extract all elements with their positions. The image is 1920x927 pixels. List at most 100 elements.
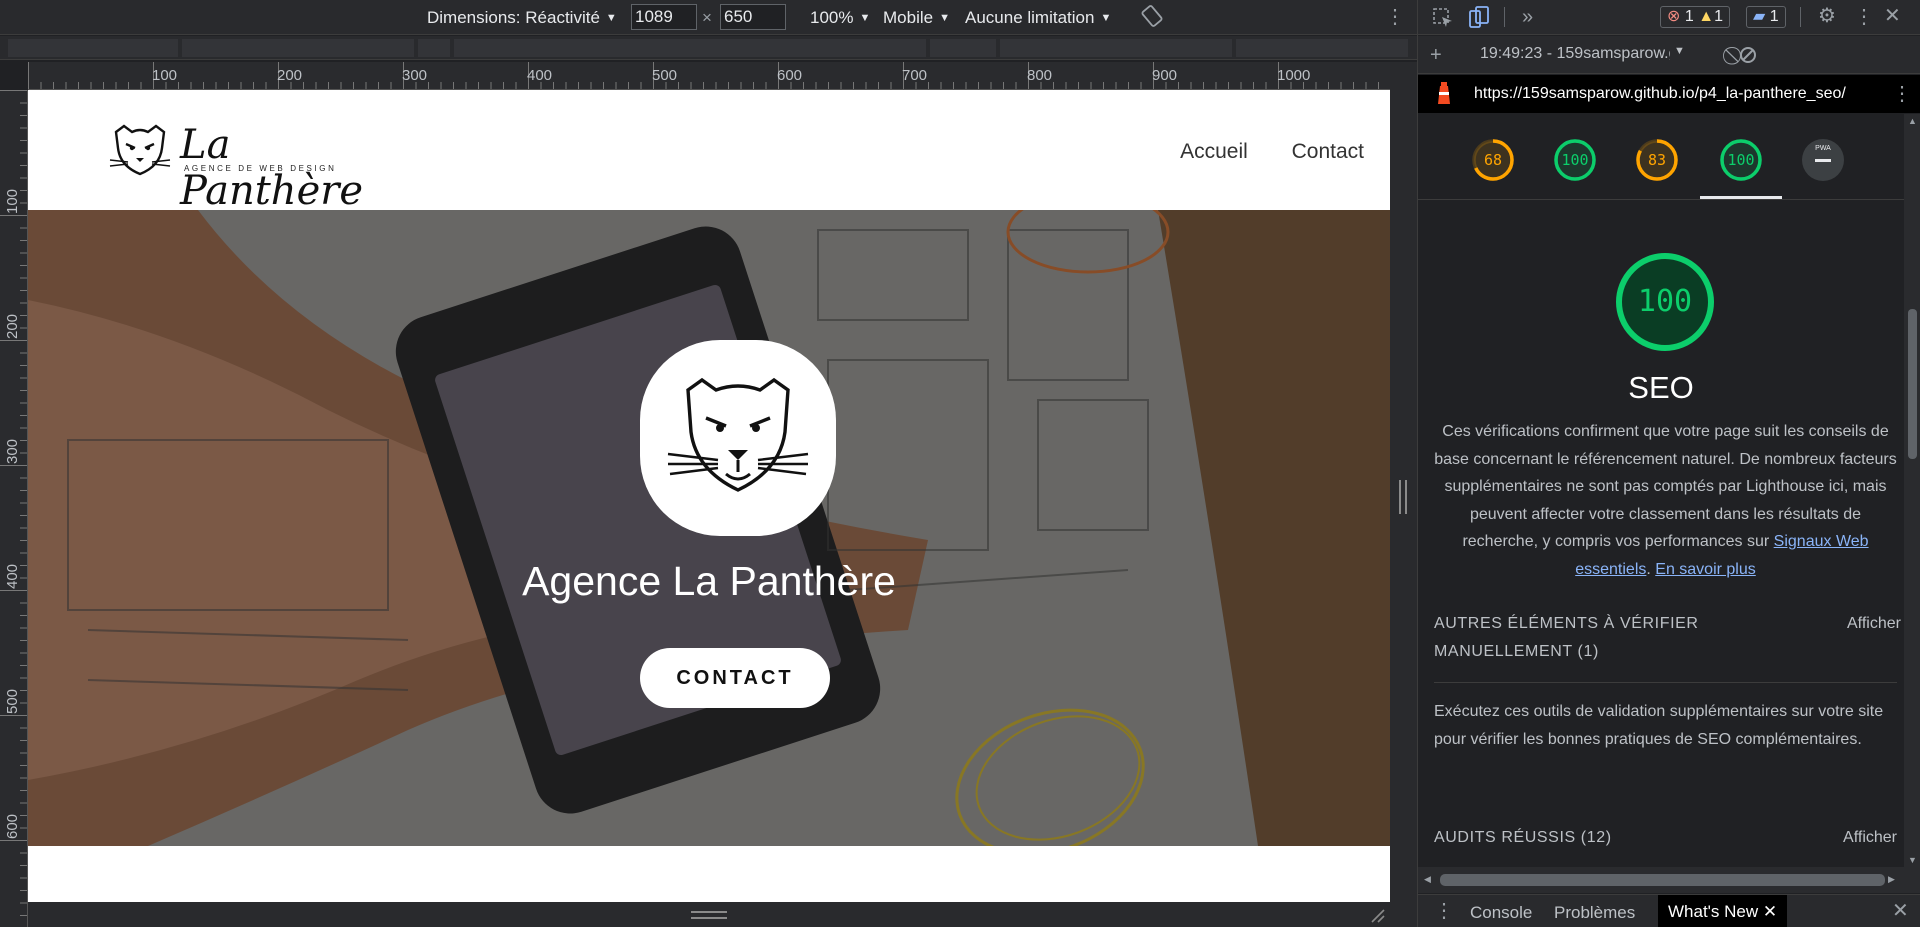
media-query-segment[interactable] xyxy=(1236,39,1408,57)
more-options-icon[interactable]: ⋮ xyxy=(1385,6,1405,28)
ruler-label: 400 xyxy=(4,563,21,589)
show-passed-button[interactable]: Afficher xyxy=(1843,824,1897,852)
ruler-label: 100 xyxy=(4,188,21,214)
media-query-bar xyxy=(0,36,1417,60)
score-gauge[interactable]: 100 xyxy=(1553,138,1597,182)
ruler-top: 100 200 300 400 500 600 700 800 900 1000 xyxy=(28,62,1390,90)
resize-corner-icon[interactable] xyxy=(1370,908,1386,924)
dimensions-dropdown[interactable]: Dimensions: Réactivité ▼ xyxy=(427,7,617,29)
passed-audits-heading: AUDITS RÉUSSIS (12) xyxy=(1434,829,1612,846)
pwa-label: PWA xyxy=(1815,145,1831,152)
ruler-label: 400 xyxy=(527,67,553,84)
media-query-segment[interactable] xyxy=(8,39,178,57)
contact-button[interactable]: CONTACT xyxy=(640,648,830,708)
ruler-label: 100 xyxy=(152,67,178,84)
hero-logo xyxy=(640,340,836,536)
ruler-label: 600 xyxy=(777,67,803,84)
seo-report: 100 SEO Ces vérifications confirment que… xyxy=(1418,202,1904,867)
block-icon[interactable] xyxy=(1738,45,1758,65)
message-count: 1 xyxy=(1769,8,1779,25)
chevron-down-icon: ▼ xyxy=(939,12,950,24)
score-gauge[interactable]: 100 xyxy=(1719,138,1763,182)
rotate-icon[interactable] xyxy=(1141,5,1163,27)
passed-audits-header[interactable]: AUDITS RÉUSSIS (12) Afficher xyxy=(1434,824,1897,852)
close-icon[interactable]: ✕ xyxy=(1884,5,1901,27)
message-badge[interactable]: ▰ 1 xyxy=(1746,6,1786,28)
chevron-down-icon: ▼ xyxy=(859,12,871,24)
width-input[interactable] xyxy=(631,4,697,30)
throttling-dropdown[interactable]: Aucune limitation ▼ xyxy=(965,7,1111,29)
toolbar-divider xyxy=(1504,7,1505,27)
main-nav: Accueil Contact xyxy=(1142,140,1364,164)
score-gauge[interactable]: 83 xyxy=(1635,138,1679,182)
media-query-segment[interactable] xyxy=(418,39,450,57)
category-description: Ces vérifications confirment que votre p… xyxy=(1434,418,1897,583)
vertical-scrollbar[interactable]: ▲ ▼ xyxy=(1904,114,1920,867)
site-header: La Panthère AGENCE DE WEB DESIGN Accueil… xyxy=(28,90,1390,214)
throttling-label: Aucune limitation xyxy=(965,8,1095,27)
separator: . xyxy=(1646,560,1656,578)
resize-handle-bottom[interactable] xyxy=(28,902,1390,927)
inspect-element-icon[interactable] xyxy=(1432,7,1454,29)
error-icon: ⊗ xyxy=(1667,8,1681,25)
more-options-icon[interactable]: ⋮ xyxy=(1892,83,1912,105)
media-query-segment[interactable] xyxy=(182,39,414,57)
height-input[interactable] xyxy=(720,4,786,30)
report-selector[interactable]: 19:49:23 - 159samsparow.githu xyxy=(1480,45,1670,63)
show-manual-button[interactable]: Afficher xyxy=(1847,610,1901,638)
zoom-label: 100% xyxy=(810,8,854,27)
scrollbar-thumb[interactable] xyxy=(1440,874,1885,886)
page-viewport: La Panthère AGENCE DE WEB DESIGN Accueil… xyxy=(28,90,1390,902)
manual-checks-header[interactable]: AUTRES ÉLÉMENTS À VÉRIFIER MANUELLEMENT … xyxy=(1434,610,1901,666)
media-query-segment[interactable] xyxy=(930,39,996,57)
ruler-label: 200 xyxy=(4,313,21,339)
gear-icon[interactable]: ⚙ xyxy=(1818,5,1836,27)
ruler-label: 500 xyxy=(4,688,21,714)
device-mode-dropdown[interactable]: Mobile ▼ xyxy=(883,7,950,29)
error-count: 1 xyxy=(1684,8,1694,25)
pwa-gauge[interactable]: PWA xyxy=(1801,138,1845,182)
active-gauge-indicator xyxy=(1700,196,1782,199)
drawer-menu-icon[interactable]: ⋮ xyxy=(1434,900,1454,922)
add-report-icon[interactable]: + xyxy=(1430,44,1442,66)
horizontal-scrollbar[interactable]: ◀ ▶ xyxy=(1418,867,1920,893)
learn-more-link[interactable]: En savoir plus xyxy=(1655,561,1756,578)
hero-title: Agence La Panthère xyxy=(522,558,896,604)
category-gauge: 100 xyxy=(1615,252,1715,352)
score-gauge[interactable]: 68 xyxy=(1471,138,1515,182)
media-query-segment[interactable] xyxy=(1000,39,1232,57)
grip-icon xyxy=(1399,480,1407,514)
audited-url[interactable]: https://159samsparow.github.io/p4_la-pan… xyxy=(1474,85,1846,103)
nav-link-contact[interactable]: Contact xyxy=(1292,140,1364,163)
tab-problems[interactable]: Problèmes xyxy=(1554,903,1635,923)
tab-whats-new[interactable]: What's New ✕ xyxy=(1658,895,1788,927)
drawer-tabbar: ⋮ Console Problèmes What's New ✕ ✕ xyxy=(1418,894,1920,927)
scroll-right-icon[interactable]: ▶ xyxy=(1888,874,1895,885)
device-toggle-icon[interactable] xyxy=(1468,5,1490,29)
zoom-dropdown[interactable]: 100% ▼ xyxy=(810,7,870,29)
chevron-down-icon[interactable]: ▼ xyxy=(1674,45,1685,57)
resize-handle-right[interactable] xyxy=(1390,62,1417,927)
more-options-icon[interactable]: ⋮ xyxy=(1854,6,1874,28)
panther-icon xyxy=(109,124,171,176)
score-value: 83 xyxy=(1647,151,1667,169)
scroll-up-icon[interactable]: ▲ xyxy=(1908,116,1917,126)
close-drawer-icon[interactable]: ✕ xyxy=(1892,900,1909,922)
section-divider xyxy=(1434,682,1897,683)
toolbar-divider xyxy=(1800,7,1801,27)
error-badge[interactable]: ⊗ 1 ▲1 xyxy=(1660,6,1730,28)
more-tabs-icon[interactable]: » xyxy=(1522,6,1533,28)
scroll-down-icon[interactable]: ▼ xyxy=(1908,855,1917,865)
site-logo[interactable]: La Panthère AGENCE DE WEB DESIGN xyxy=(108,122,398,214)
close-icon[interactable]: ✕ xyxy=(1763,902,1777,921)
scrollbar-thumb[interactable] xyxy=(1908,309,1917,459)
tab-console[interactable]: Console xyxy=(1470,903,1532,923)
description-text: Ces vérifications confirment que votre p… xyxy=(1434,423,1897,550)
media-query-segment[interactable] xyxy=(454,39,926,57)
category-title: SEO xyxy=(1628,370,1694,405)
grip-icon xyxy=(691,911,727,919)
score-value: 68 xyxy=(1483,151,1503,169)
tab-whats-new-label: What's New xyxy=(1668,902,1759,921)
scroll-left-icon[interactable]: ◀ xyxy=(1424,874,1431,885)
nav-link-home[interactable]: Accueil xyxy=(1180,140,1248,163)
